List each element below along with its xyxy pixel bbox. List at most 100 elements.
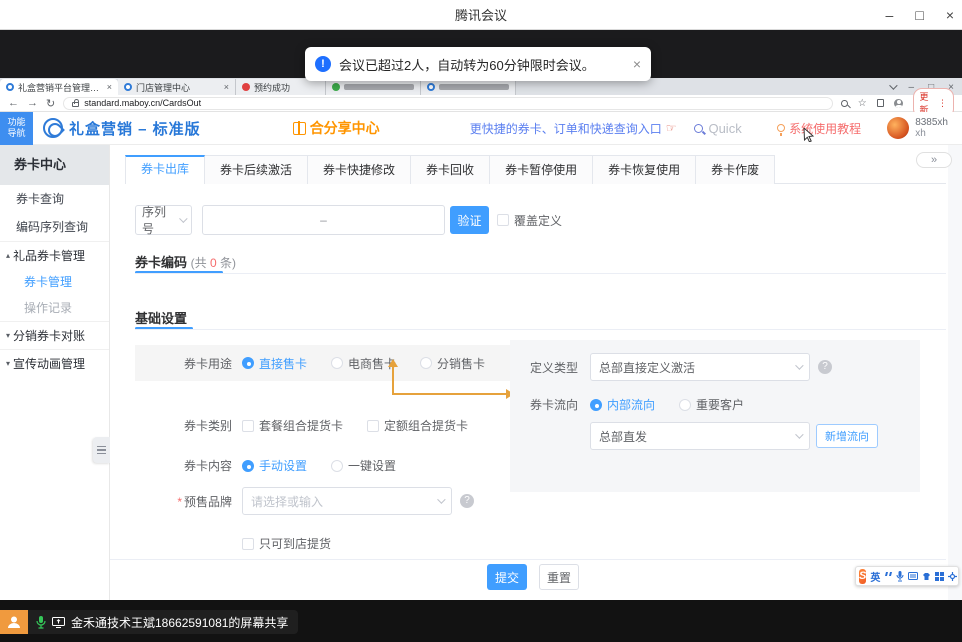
user-info: 8385xh xh — [915, 117, 948, 139]
ime-skin-icon[interactable] — [922, 572, 931, 581]
bookmark-star-icon[interactable]: ☆ — [858, 98, 867, 109]
radio-icon[interactable] — [331, 357, 343, 369]
checkbox-icon[interactable] — [367, 420, 379, 432]
serial-type-select[interactable]: 序列号 — [135, 205, 192, 235]
address-bar[interactable]: standard.maboy.cn/CardsOut — [63, 97, 833, 110]
browser-tab-obscured[interactable] — [421, 79, 516, 95]
submit-button[interactable]: 提交 — [487, 564, 527, 590]
add-flow-button[interactable]: 新增流向 — [816, 424, 878, 448]
tab-favicon-icon — [332, 83, 340, 91]
tab-card-later-activate[interactable]: 券卡后续激活 — [205, 155, 308, 184]
tab-label: 礼盒营销平台管理中心 — [18, 81, 102, 94]
tab-card-quick-edit[interactable]: 券卡快捷修改 — [308, 155, 411, 184]
sidebar-item-operation-log[interactable]: 操作记录 — [0, 295, 109, 321]
reload-icon[interactable]: ↻ — [46, 97, 55, 110]
tab-card-recycle[interactable]: 券卡回收 — [411, 155, 490, 184]
tab-close-icon[interactable]: × — [224, 82, 229, 92]
radio-manual-setup[interactable]: 手动设置 — [242, 457, 307, 474]
browser-tab[interactable]: 门店管理中心 × — [118, 79, 236, 95]
radio-direct-sale[interactable]: 直接售卡 — [242, 355, 307, 372]
basic-section-title: 基础设置 — [135, 308, 187, 327]
definition-panel: 定义类型 总部直接定义激活 ? 券卡流向 内部流向 重要客户 — [510, 340, 920, 492]
maximize-icon[interactable]: □ — [915, 0, 923, 30]
share-center-link[interactable]: 合分享中心 — [293, 118, 380, 138]
serial-range-input[interactable] — [202, 205, 445, 235]
window-controls: – □ × — [886, 0, 954, 30]
sidebar-item-code-sequence-query[interactable]: 编码序列查询 — [0, 213, 109, 241]
caret-up-icon: ▴ — [6, 242, 10, 270]
mic-on-icon — [36, 616, 46, 629]
ime-grid-icon[interactable] — [935, 572, 944, 581]
radio-selected-icon[interactable] — [242, 460, 254, 472]
radio-important-customer[interactable]: 重要客户 — [679, 396, 744, 413]
radio-icon[interactable] — [679, 399, 691, 411]
overwrite-checkbox[interactable] — [497, 214, 509, 226]
sidebar-group-gift-card-mgmt[interactable]: ▴ 礼品券卡管理 — [0, 241, 109, 269]
profile-icon[interactable] — [894, 99, 902, 108]
sidebar-collapse-handle[interactable] — [93, 437, 110, 463]
meeting-bottombar: 金禾通技术王斌18662591081的屏幕共享 — [0, 600, 962, 642]
radio-distribution-sale[interactable]: 分销售卡 — [420, 355, 485, 372]
ime-language-indicator[interactable]: 英 — [870, 569, 880, 584]
tab-label: 预约成功 — [254, 81, 319, 94]
sidebar-item-card-mgmt[interactable]: 券卡管理 — [0, 269, 109, 295]
card-usage-row: 券卡用途 直接售卡 电商售卡 分销售卡 — [135, 345, 513, 381]
reset-button[interactable]: 重置 — [539, 564, 579, 590]
radio-ecommerce-sale[interactable]: 电商售卡 — [331, 355, 396, 372]
ime-settings-icon[interactable] — [948, 572, 957, 581]
checkbox-icon[interactable] — [242, 420, 254, 432]
define-type-select[interactable]: 总部直接定义激活 — [590, 353, 810, 381]
radio-selected-icon[interactable] — [590, 399, 602, 411]
footer-divider — [110, 559, 946, 560]
quick-entry-link[interactable]: 更快捷的券卡、订单和快递查询入口 ☞ — [470, 120, 677, 137]
forward-icon[interactable]: → — [27, 97, 38, 109]
ime-punctuation-icon[interactable] — [884, 571, 892, 581]
radio-internal-flow[interactable]: 内部流向 — [590, 396, 655, 413]
checkbox-icon[interactable] — [242, 538, 254, 550]
sidebar-group-distribution-reconcile[interactable]: ▾ 分销券卡对账 — [0, 321, 109, 349]
ime-keyboard-icon[interactable] — [908, 572, 918, 580]
card-content-label: 券卡内容 — [135, 457, 232, 474]
verify-button[interactable]: 验证 — [450, 206, 489, 234]
side-panel-icon[interactable] — [877, 99, 885, 107]
tab-card-restore[interactable]: 券卡恢复使用 — [593, 155, 696, 184]
tab-card-suspend[interactable]: 券卡暂停使用 — [490, 155, 593, 184]
checkbox-fixed-combo-pickup-card[interactable]: 定额组合提货卡 — [367, 417, 468, 434]
tab-favicon-icon — [124, 83, 132, 91]
browser-tab[interactable]: 预约成功 — [236, 79, 326, 95]
help-icon[interactable]: ? — [818, 360, 832, 374]
close-icon[interactable]: × — [946, 0, 954, 30]
tab-close-icon[interactable]: × — [107, 82, 112, 92]
tutorial-link[interactable]: 系统使用教程 — [777, 120, 861, 137]
sidebar-group-promo-animation[interactable]: ▾ 宣传动画管理 — [0, 349, 109, 377]
minimize-icon[interactable]: – — [886, 0, 894, 30]
help-icon[interactable]: ? — [460, 494, 474, 508]
tab-card-void[interactable]: 券卡作废 — [696, 155, 775, 184]
overwrite-option[interactable]: 覆盖定义 — [497, 212, 562, 229]
presale-brand-select[interactable]: 请选择或输入 — [242, 487, 452, 515]
panel-collapse-button[interactable]: » — [916, 152, 952, 168]
browser-tab-active[interactable]: 礼盒营销平台管理中心 × — [0, 79, 118, 95]
sogou-logo-icon[interactable]: S — [859, 569, 866, 584]
tab-favicon-icon — [427, 83, 435, 91]
user-avatar[interactable] — [887, 117, 909, 139]
back-icon[interactable]: ← — [8, 97, 19, 109]
function-nav-button[interactable]: 功能 导航 — [0, 112, 33, 145]
card-content-row: 券卡内容 手动设置 一键设置 — [135, 457, 420, 474]
browser-tab-obscured[interactable] — [326, 79, 421, 95]
quick-search[interactable]: Quick — [694, 121, 741, 136]
radio-one-click-setup[interactable]: 一键设置 — [331, 457, 396, 474]
checkbox-store-pickup-only[interactable]: 只可到店提货 — [242, 535, 331, 552]
codes-count: (共 0 条) — [191, 256, 236, 270]
radio-icon[interactable] — [331, 460, 343, 472]
toast-close-icon[interactable]: × — [633, 56, 641, 72]
radio-selected-icon[interactable] — [242, 357, 254, 369]
flow-target-select[interactable]: 总部直发 — [590, 422, 810, 450]
zoom-icon[interactable] — [841, 100, 848, 107]
tab-card-outbound[interactable]: 券卡出库 — [125, 155, 205, 184]
ime-mic-icon[interactable] — [896, 571, 904, 582]
radio-icon[interactable] — [420, 357, 432, 369]
card-flow-row: 券卡流向 内部流向 重要客户 — [518, 396, 768, 413]
sidebar-item-card-query[interactable]: 券卡查询 — [0, 185, 109, 213]
checkbox-combo-pickup-card[interactable]: 套餐组合提货卡 — [242, 417, 343, 434]
